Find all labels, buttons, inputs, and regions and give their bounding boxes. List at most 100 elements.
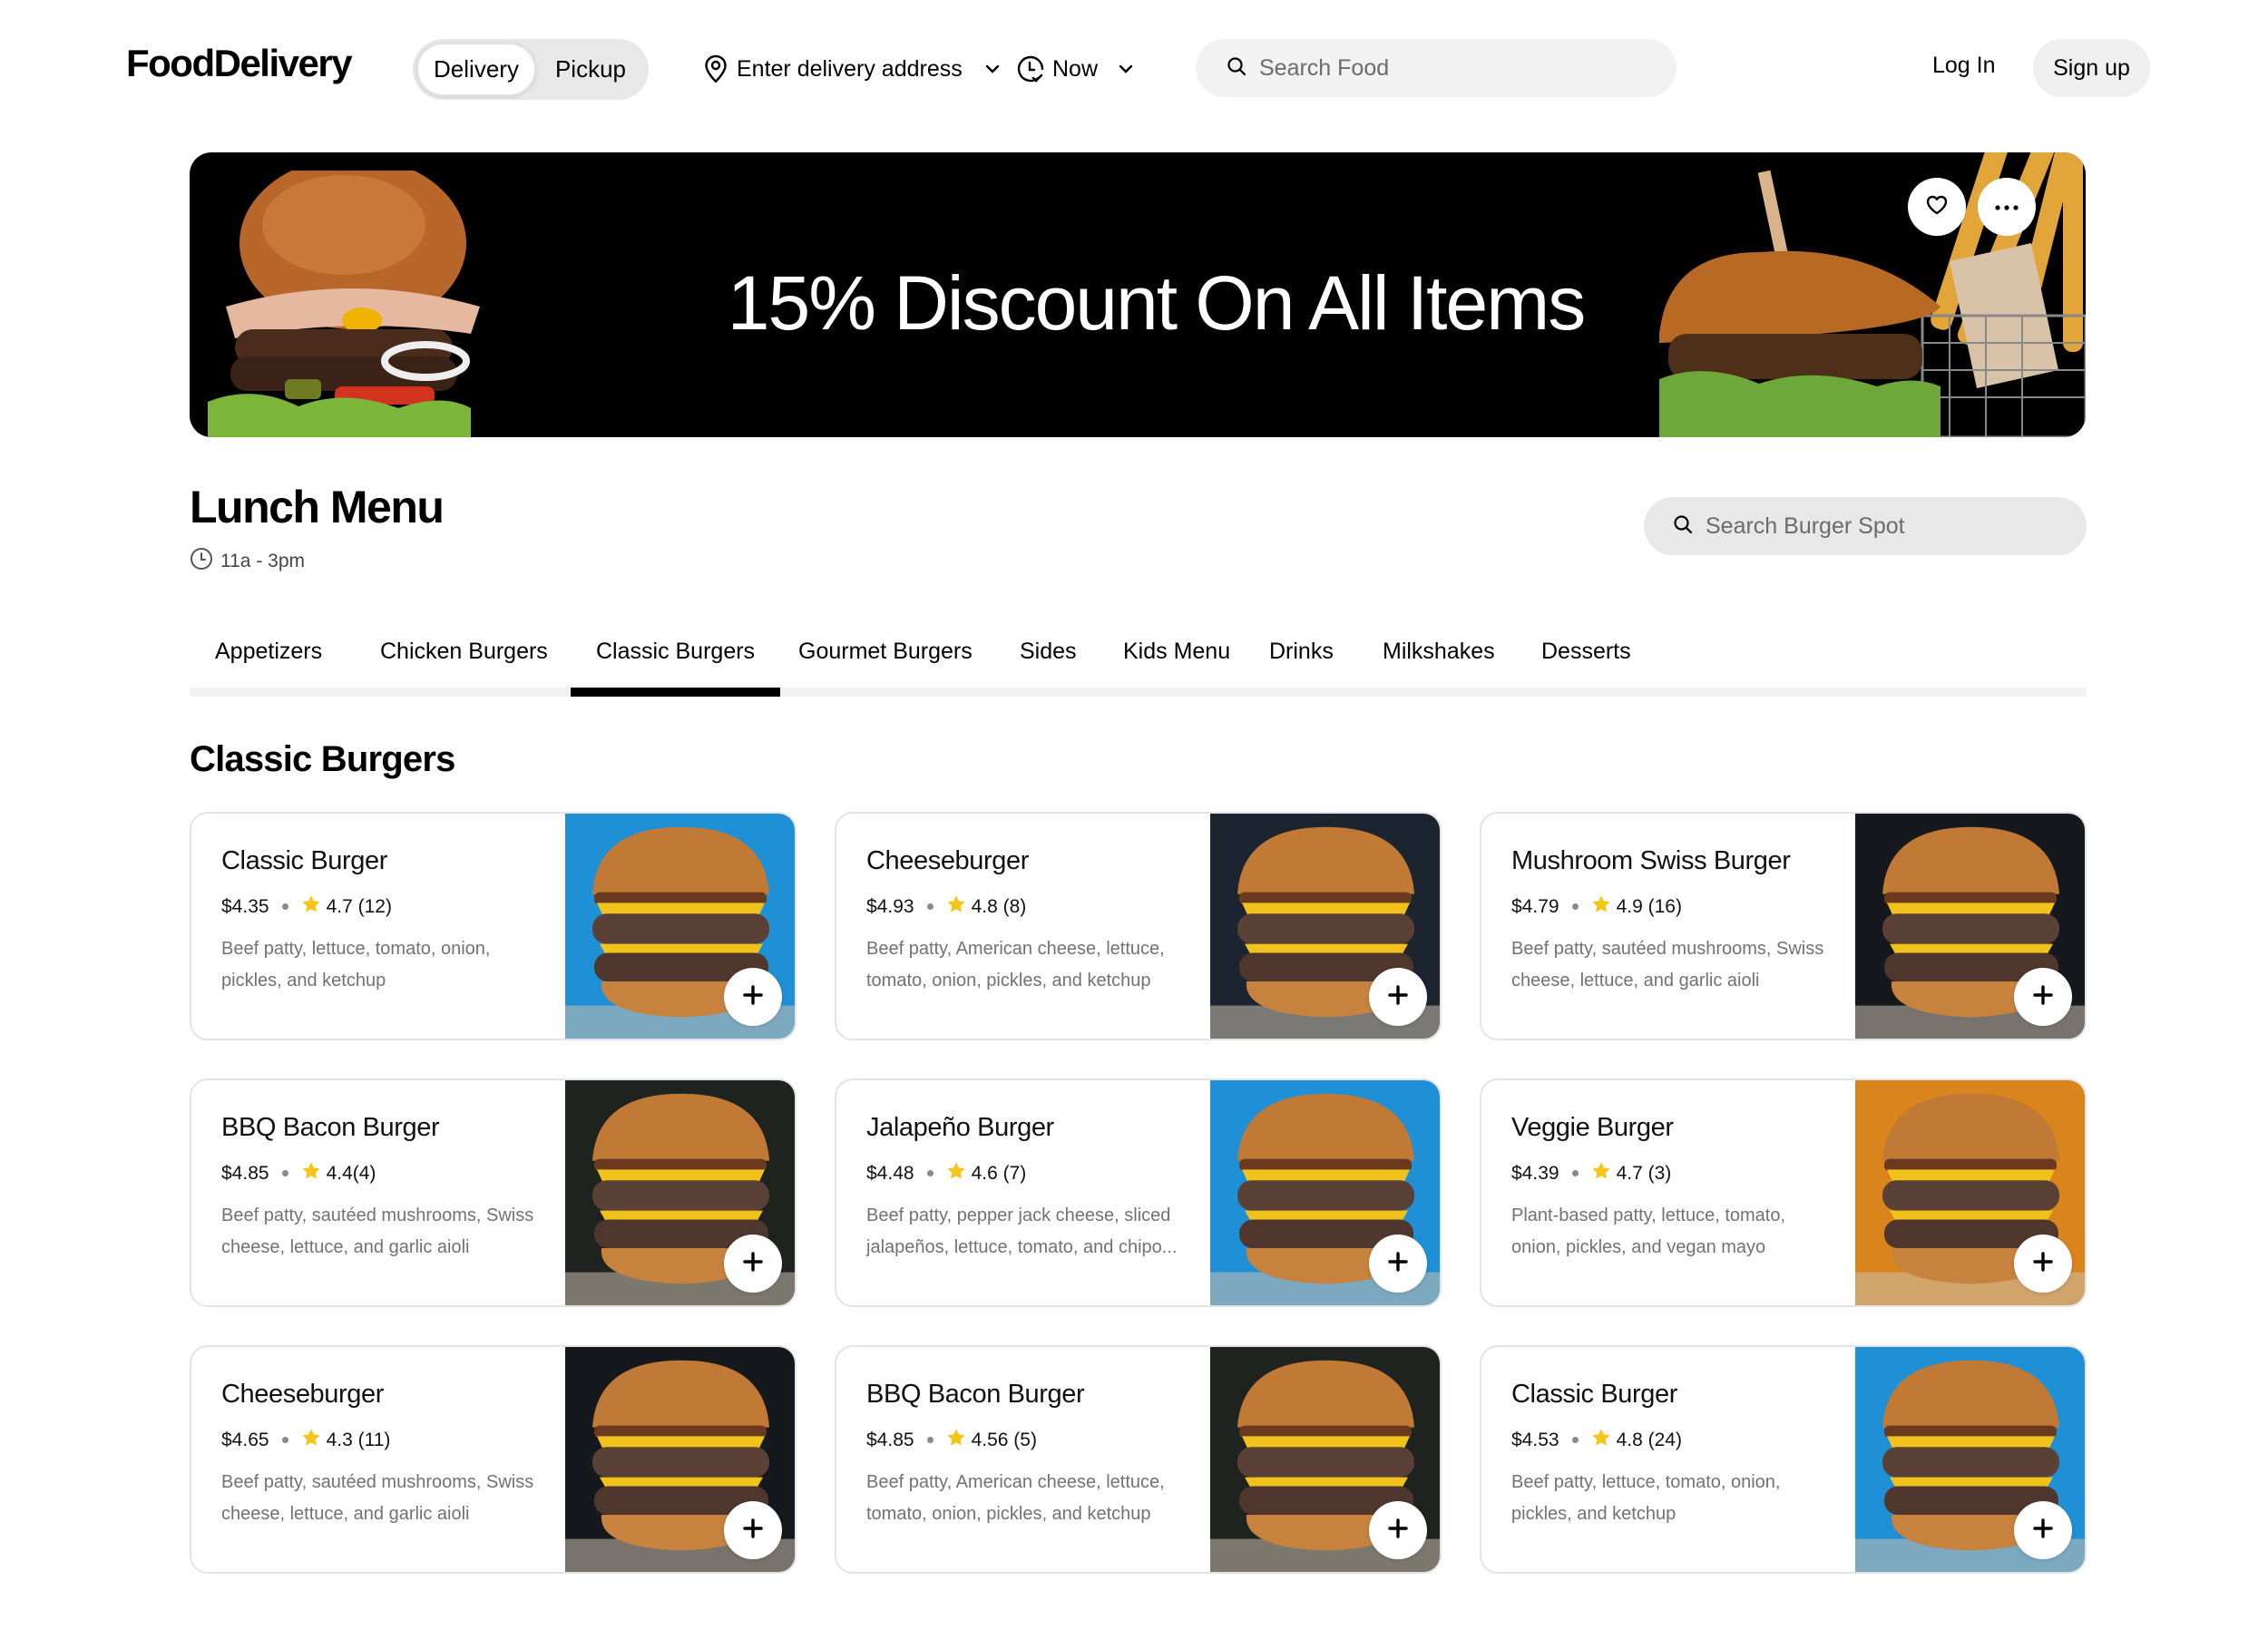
app-logo[interactable]: FoodDelivery xyxy=(126,42,353,85)
menu-item-card[interactable]: Classic Burger $4.35 4.7 (12) Beef patty… xyxy=(190,812,797,1040)
food-search-input[interactable] xyxy=(1259,54,1640,82)
add-to-cart-button[interactable] xyxy=(1369,1501,1427,1559)
item-meta: $4.53 4.8 (24) xyxy=(1511,1428,1856,1452)
plus-icon xyxy=(2032,984,2054,1010)
login-button[interactable]: Log In xyxy=(1932,53,1996,79)
item-name: Cheeseburger xyxy=(866,846,1029,875)
item-price: $4.65 xyxy=(221,1429,269,1450)
separator-dot xyxy=(281,1437,288,1443)
tab-kids-menu[interactable]: Kids Menu xyxy=(1098,635,1256,697)
separator-dot xyxy=(926,903,934,910)
plus-icon xyxy=(742,1518,764,1544)
plus-icon xyxy=(1387,1251,1409,1277)
address-label: Enter delivery address xyxy=(737,55,963,82)
item-name: Veggie Burger xyxy=(1511,1113,1674,1142)
add-to-cart-button[interactable] xyxy=(1369,968,1427,1026)
plus-icon xyxy=(2032,1251,2054,1277)
separator-dot xyxy=(926,1170,934,1176)
star-icon xyxy=(1591,894,1611,919)
item-info: Classic Burger $4.53 4.8 (24) Beef patty… xyxy=(1511,1380,1856,1530)
item-info: Veggie Burger $4.39 4.7 (3) Plant-based … xyxy=(1511,1113,1856,1264)
tab-desserts[interactable]: Desserts xyxy=(1516,635,1657,697)
menu-item-card[interactable]: Veggie Burger $4.39 4.7 (3) Plant-based … xyxy=(1480,1079,2087,1307)
signup-button[interactable]: Sign up xyxy=(2033,39,2150,97)
delivery-option[interactable]: Delivery xyxy=(416,43,536,96)
item-rating: 4.56 (5) xyxy=(971,1429,1037,1450)
item-description: Beef patty, sautéed mushrooms, Swiss che… xyxy=(221,1205,534,1257)
star-icon xyxy=(301,1428,321,1452)
chevron-down-icon xyxy=(984,63,1001,74)
item-info: Jalapeño Burger $4.48 4.6 (7) Beef patty… xyxy=(866,1113,1211,1264)
menu-item-card[interactable]: Cheeseburger $4.93 4.8 (8) Beef patty, A… xyxy=(835,812,1442,1040)
add-to-cart-button[interactable] xyxy=(2014,968,2072,1026)
item-description: Beef patty, lettuce, tomato, onion, pick… xyxy=(221,939,491,991)
clock-icon xyxy=(190,547,213,576)
pickup-option[interactable]: Pickup xyxy=(536,43,645,96)
item-meta: $4.48 4.6 (7) xyxy=(866,1161,1211,1186)
item-price: $4.48 xyxy=(866,1162,914,1184)
star-icon xyxy=(301,1161,321,1186)
add-to-cart-button[interactable] xyxy=(724,1501,782,1559)
item-meta: $4.93 4.8 (8) xyxy=(866,894,1211,919)
tab-milkshakes[interactable]: Milkshakes xyxy=(1357,635,1520,697)
more-options-button[interactable] xyxy=(1978,178,2036,236)
section-title: Classic Burgers xyxy=(190,739,455,779)
item-description: Beef patty, American cheese, lettuce, to… xyxy=(866,939,1165,991)
item-name: BBQ Bacon Burger xyxy=(221,1113,440,1142)
item-name: Cheeseburger xyxy=(221,1380,384,1409)
delivery-time-dropdown[interactable]: Now xyxy=(1016,51,1134,87)
tab-chicken-burgers[interactable]: Chicken Burgers xyxy=(355,635,573,697)
separator-dot xyxy=(1571,1170,1579,1176)
item-name: Classic Burger xyxy=(221,846,387,875)
add-to-cart-button[interactable] xyxy=(2014,1501,2072,1559)
item-info: Classic Burger $4.35 4.7 (12) Beef patty… xyxy=(221,846,566,997)
restaurant-search-bar xyxy=(1644,497,2087,555)
plus-icon xyxy=(1387,984,1409,1010)
restaurant-search-input[interactable] xyxy=(1706,512,2050,540)
add-to-cart-button[interactable] xyxy=(724,968,782,1026)
menu-item-card[interactable]: BBQ Bacon Burger $4.85 4.56 (5) Beef pat… xyxy=(835,1345,1442,1574)
menu-item-card[interactable]: Cheeseburger $4.65 4.3 (11) Beef patty, … xyxy=(190,1345,797,1574)
plus-icon xyxy=(742,984,764,1010)
clock-check-icon xyxy=(1016,54,1045,83)
search-icon xyxy=(1227,56,1246,81)
item-description: Beef patty, American cheese, lettuce, to… xyxy=(866,1472,1165,1524)
item-price: $4.53 xyxy=(1511,1429,1559,1450)
menu-item-card[interactable]: Mushroom Swiss Burger $4.79 4.9 (16) Bee… xyxy=(1480,812,2087,1040)
tab-drinks[interactable]: Drinks xyxy=(1244,635,1359,697)
item-rating: 4.6 (7) xyxy=(971,1162,1027,1184)
more-horizontal-icon xyxy=(1995,199,2019,215)
item-info: Mushroom Swiss Burger $4.79 4.9 (16) Bee… xyxy=(1511,846,1856,997)
add-to-cart-button[interactable] xyxy=(1369,1235,1427,1293)
favorite-button[interactable] xyxy=(1908,178,1966,236)
item-rating: 4.8 (24) xyxy=(1616,1429,1682,1450)
menu-item-card[interactable]: Classic Burger $4.53 4.8 (24) Beef patty… xyxy=(1480,1345,2087,1574)
item-meta: $4.35 4.7 (12) xyxy=(221,894,566,919)
tab-classic-burgers[interactable]: Classic Burgers xyxy=(571,635,781,697)
item-description: Beef patty, pepper jack cheese, sliced j… xyxy=(866,1205,1178,1257)
item-description: Beef patty, lettuce, tomato, onion, pick… xyxy=(1511,1472,1781,1524)
item-price: $4.93 xyxy=(866,895,914,917)
star-icon xyxy=(946,894,966,919)
category-tabs: Appetizers Chicken Burgers Classic Burge… xyxy=(190,635,2087,698)
item-name: Mushroom Swiss Burger xyxy=(1511,846,1791,875)
plus-icon xyxy=(2032,1518,2054,1544)
item-info: Cheeseburger $4.93 4.8 (8) Beef patty, A… xyxy=(866,846,1211,997)
item-rating: 4.7 (12) xyxy=(326,895,392,917)
menu-item-card[interactable]: Jalapeño Burger $4.48 4.6 (7) Beef patty… xyxy=(835,1079,1442,1307)
item-name: Classic Burger xyxy=(1511,1380,1677,1409)
tab-sides[interactable]: Sides xyxy=(994,635,1102,697)
tab-appetizers[interactable]: Appetizers xyxy=(190,635,347,697)
item-name: BBQ Bacon Burger xyxy=(866,1380,1085,1409)
promo-banner: 15% Discount On All Items xyxy=(190,152,2086,437)
delivery-address-dropdown[interactable]: Enter delivery address xyxy=(704,51,1001,87)
add-to-cart-button[interactable] xyxy=(724,1235,782,1293)
add-to-cart-button[interactable] xyxy=(2014,1235,2072,1293)
star-icon xyxy=(946,1428,966,1452)
separator-dot xyxy=(926,1437,934,1443)
chevron-down-icon xyxy=(1118,63,1134,74)
tab-gourmet-burgers[interactable]: Gourmet Burgers xyxy=(773,635,998,697)
search-icon xyxy=(1673,514,1693,539)
item-description: Plant-based patty, lettuce, tomato, onio… xyxy=(1511,1205,1786,1257)
menu-item-card[interactable]: BBQ Bacon Burger $4.85 4.4(4) Beef patty… xyxy=(190,1079,797,1307)
